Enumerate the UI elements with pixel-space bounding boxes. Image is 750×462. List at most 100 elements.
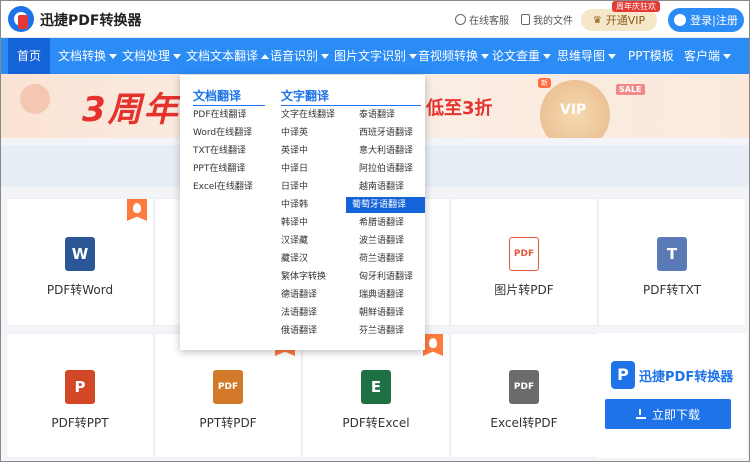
menu-item[interactable]: 意大利语翻译 (359, 143, 413, 159)
download-now-button[interactable]: 立即下载 (605, 399, 731, 429)
chevron-down-icon (723, 54, 732, 59)
tool-card-ppt-to-pdf[interactable]: PDF PPT转PDF (154, 333, 302, 458)
ppt-icon: P (65, 370, 95, 404)
banner-vip-text: VIP (560, 102, 587, 118)
online-service-label: 在线客服 (469, 16, 509, 27)
nav-item-doc-process[interactable]: 文档处理 (122, 38, 182, 74)
top-bar: 迅捷PDF转换器 在线客服 我的文件 周年庆狂欢 ♛ 开通VIP 登录|注册 (0, 0, 750, 38)
gift-icon (20, 84, 50, 114)
open-vip-label: 开通VIP (605, 14, 646, 27)
nav-item-client[interactable]: 客户端 (684, 38, 732, 74)
nav-item-mindmap[interactable]: 思维导图 (557, 38, 617, 74)
user-icon (674, 14, 687, 26)
menu-item[interactable]: 中译英 (281, 125, 308, 141)
pdf-icon: PDF (509, 237, 539, 271)
excel-pdf-icon: PDF (509, 370, 539, 404)
tool-card-pdf-to-excel[interactable]: E PDF转Excel (302, 333, 450, 458)
tool-card-pdf-to-txt[interactable]: T PDF转TXT (598, 198, 746, 326)
chevron-down-icon (321, 54, 330, 59)
menu-item[interactable]: 日译中 (281, 179, 308, 195)
menu-item-highlighted[interactable]: 葡萄牙语翻译 (346, 197, 425, 213)
tool-card-pdf-to-word[interactable]: W PDF转Word (6, 198, 154, 326)
menu-item[interactable]: 朝鲜语翻译 (359, 305, 404, 321)
menu-item[interactable]: 英译中 (281, 143, 308, 159)
menu-item[interactable]: 藏译汉 (281, 251, 308, 267)
download-promo: P 迅捷PDF转换器 立即下载 (597, 333, 747, 458)
chevron-down-icon (543, 54, 552, 59)
chevron-down-icon (481, 54, 490, 59)
headset-icon (455, 14, 466, 25)
chevron-down-icon (409, 54, 418, 59)
my-files-link[interactable]: 我的文件 (521, 12, 573, 27)
menu-item[interactable]: 瑞典语翻译 (359, 287, 404, 303)
nav-item-doc-convert[interactable]: 文档转换 (58, 38, 118, 74)
menu-item[interactable]: 希腊语翻译 (359, 215, 404, 231)
nav-item-speech[interactable]: 语音识别 (270, 38, 330, 74)
hot-flame-icon (423, 334, 443, 356)
login-register-label: 登录|注册 (690, 14, 738, 27)
menu-item[interactable]: 法语翻译 (281, 305, 317, 321)
menu-item[interactable]: 俄语翻译 (281, 323, 317, 339)
brand-name[interactable]: 迅捷PDF转换器 (40, 10, 141, 30)
menu-item[interactable]: 越南语翻译 (359, 179, 404, 195)
tool-card-label: Excel转PDF (490, 416, 558, 430)
file-icon (521, 14, 530, 25)
download-now-label: 立即下载 (651, 407, 700, 422)
nav-item-plagiarism[interactable]: 论文查重 (492, 38, 552, 74)
menu-item[interactable]: 德语翻译 (281, 287, 317, 303)
menu-item[interactable]: 中译日 (281, 161, 308, 177)
nav-item-ocr[interactable]: 图片文字识别 (334, 38, 418, 74)
vip-crown-icon: ♛ (592, 14, 602, 26)
tool-card-label: PDF转Excel (342, 416, 410, 430)
menu-item-ppt-translate[interactable]: PPT在线翻译 (193, 161, 245, 177)
login-register-button[interactable]: 登录|注册 (668, 8, 744, 32)
nav-item-home[interactable]: 首页 (8, 38, 50, 74)
menu-item[interactable]: 匈牙利语翻译 (359, 269, 413, 285)
menu-item[interactable]: 芬兰语翻译 (359, 323, 404, 339)
promo-title: 迅捷PDF转换器 (639, 370, 734, 385)
menu-item[interactable]: 汉译藏 (281, 233, 308, 249)
doc-translate-header: 文档翻译 (193, 89, 242, 103)
online-service-link[interactable]: 在线客服 (455, 12, 509, 27)
txt-icon: T (657, 237, 687, 271)
menu-item[interactable]: 韩译中 (281, 215, 308, 231)
banner-headline: 3周年 (82, 90, 180, 130)
menu-item[interactable]: 阿拉伯语翻译 (359, 161, 413, 177)
menu-item[interactable]: 泰语翻译 (359, 107, 395, 123)
tool-card-label: PDF转Word (46, 283, 114, 297)
chevron-down-icon (608, 54, 617, 59)
banner-sale-tag: SALE (616, 84, 645, 95)
open-vip-button[interactable]: ♛ 开通VIP (581, 9, 657, 31)
tool-card-label: PPT转PDF (199, 416, 257, 430)
nav-item-doc-translate[interactable]: 文档文本翻译 (186, 38, 270, 74)
chevron-up-icon (261, 54, 270, 59)
text-translate-header: 文字翻译 (281, 89, 330, 103)
menu-item-txt-translate[interactable]: TXT在线翻译 (193, 143, 246, 159)
menu-item[interactable]: 中译韩 (281, 197, 308, 213)
anniversary-badge: 周年庆狂欢 (612, 1, 660, 12)
tool-card-excel-to-pdf[interactable]: PDF Excel转PDF (450, 333, 598, 458)
logo-icon[interactable] (8, 6, 34, 32)
chevron-down-icon (173, 54, 182, 59)
header-underline (281, 105, 421, 106)
nav-item-av-convert[interactable]: 音视频转换 (418, 38, 490, 74)
tool-card-pdf-to-ppt[interactable]: P PDF转PPT (6, 333, 154, 458)
banner-discount: 低至3折 (426, 98, 493, 119)
menu-item-pdf-translate[interactable]: PDF在线翻译 (193, 107, 247, 123)
header-underline (193, 105, 265, 106)
main-nav: 首页 文档转换 文档处理 文档文本翻译 语音识别 图片文字识别 音视频转换 论文… (0, 38, 750, 88)
chevron-down-icon (109, 54, 118, 59)
menu-item[interactable]: 波兰语翻译 (359, 233, 404, 249)
menu-item[interactable]: 荷兰语翻译 (359, 251, 404, 267)
tool-card-label: 图片转PDF (494, 283, 554, 297)
nav-item-ppt-template[interactable]: PPT模板 (628, 38, 674, 74)
app-logo-icon: P (611, 361, 635, 389)
menu-item[interactable]: 西班牙语翻译 (359, 125, 413, 141)
menu-item-excel-translate[interactable]: Excel在线翻译 (193, 179, 253, 195)
menu-item-word-translate[interactable]: Word在线翻译 (193, 125, 252, 141)
menu-item[interactable]: 文字在线翻译 (281, 107, 335, 123)
tool-card-image-to-pdf[interactable]: PDF 图片转PDF (450, 198, 598, 326)
translate-dropdown-menu: 文档翻译 文字翻译 PDF在线翻译 Word在线翻译 TXT在线翻译 PPT在线… (180, 75, 425, 350)
menu-item[interactable]: 繁体字转换 (281, 269, 326, 285)
excel-icon: E (361, 370, 391, 404)
